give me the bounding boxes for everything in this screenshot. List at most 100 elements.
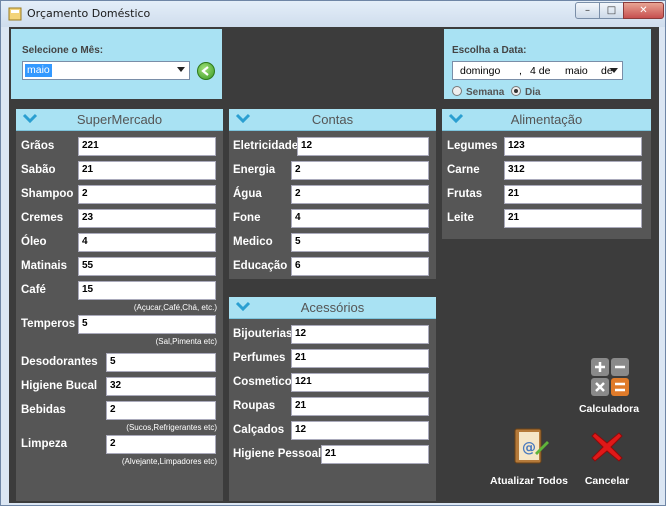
supermercado-panel: SuperMercado Grãos 221 Sabão 21 Shampoo 2 Crem…: [16, 109, 223, 501]
field-label: Bebidas: [21, 404, 66, 416]
close-icon: [591, 432, 623, 462]
date-weekday: domingo: [460, 65, 501, 77]
value-input[interactable]: 12: [291, 325, 429, 344]
address-book-icon: @: [514, 428, 549, 464]
field-label: Perfumes: [233, 352, 286, 364]
supermercado-title: SuperMercado: [76, 112, 163, 127]
value-input[interactable]: 5: [291, 233, 429, 252]
field-label: Educação: [233, 260, 288, 272]
value-input[interactable]: 123: [504, 137, 642, 156]
month-label: Selecione o Mês:: [22, 45, 104, 56]
alimentacao-header[interactable]: Alimentação: [442, 109, 651, 131]
field-label: Café: [21, 284, 46, 296]
field-label: Medico: [233, 236, 273, 248]
date-month: maio: [565, 65, 588, 77]
app-window: Orçamento Doméstico – □ ✕ Selecione o Mê…: [0, 0, 666, 506]
value-input[interactable]: 4: [291, 209, 429, 228]
field-label: Grãos: [21, 140, 55, 152]
value-input[interactable]: 32: [106, 377, 216, 396]
value-input[interactable]: 12: [297, 137, 429, 156]
value-input[interactable]: 6: [291, 257, 429, 276]
field-label: Cosmeticos: [233, 376, 299, 388]
date-panel: Escolha a Data: domingo , 4 de maio de S…: [444, 29, 651, 99]
hint-text: (Alvejante,Limpadores etc): [121, 457, 217, 466]
value-input[interactable]: 21: [291, 349, 429, 368]
alimentacao-title: Alimentação: [510, 112, 583, 127]
value-input[interactable]: 21: [504, 185, 642, 204]
calculadora-label: Calculadora: [578, 403, 640, 415]
acessorios-panel: Acessórios Bijouterias 12 Perfumes 21 Cosmet…: [229, 297, 436, 501]
alimentacao-panel: Alimentação Legumes 123 Carne 312 Frutas 21 Le…: [442, 109, 651, 239]
value-input[interactable]: 121: [291, 373, 429, 392]
date-label: Escolha a Data:: [452, 45, 527, 56]
value-input[interactable]: 221: [78, 137, 216, 156]
hint-text: (Sucos,Refrigerantes etc): [126, 423, 217, 432]
value-input[interactable]: 55: [78, 257, 216, 276]
value-input[interactable]: 4: [78, 233, 216, 252]
close-button[interactable]: ✕: [623, 2, 664, 19]
field-label: Frutas: [447, 188, 483, 200]
calculadora-button[interactable]: Calculadora: [577, 353, 641, 419]
minimize-button[interactable]: –: [575, 2, 600, 19]
field-label: Roupas: [233, 400, 276, 412]
chevron-down-icon: [177, 67, 185, 72]
value-input[interactable]: 2: [78, 185, 216, 204]
field-label: Desodorantes: [21, 356, 98, 368]
value-input[interactable]: 12: [291, 421, 429, 440]
arrow-left-icon: [201, 66, 209, 76]
radio-icon: [452, 86, 462, 96]
calculator-icon: [591, 358, 629, 396]
hint-text: (Açucar,Café,Chá, etc.): [133, 303, 217, 312]
field-label: Matinais: [21, 260, 68, 272]
field-label: Cremes: [21, 212, 64, 224]
value-input[interactable]: 2: [106, 401, 216, 420]
value-input[interactable]: 2: [291, 161, 429, 180]
cancelar-label: Cancelar: [584, 475, 630, 487]
field-label: Óleo: [21, 236, 47, 248]
acessorios-title: Acessórios: [300, 300, 365, 315]
value-input[interactable]: 2: [106, 435, 216, 454]
field-label: Shampoo: [21, 188, 74, 200]
date-day: 4 de: [530, 65, 551, 77]
chevron-down-icon: [610, 68, 618, 73]
field-label: Legumes: [447, 140, 498, 152]
value-input[interactable]: 21: [291, 397, 429, 416]
field-label: Eletricidade: [233, 140, 299, 152]
value-input[interactable]: 21: [321, 445, 429, 464]
acessorios-header[interactable]: Acessórios: [229, 297, 436, 319]
atualizar-todos-button[interactable]: @ Atualizar Todos: [489, 425, 569, 491]
field-label: Higiene Bucal: [21, 380, 98, 392]
field-label: Energia: [233, 164, 276, 176]
field-label: Fone: [233, 212, 261, 224]
value-input[interactable]: 5: [78, 315, 216, 334]
maximize-button[interactable]: □: [599, 2, 624, 19]
value-input[interactable]: 23: [78, 209, 216, 228]
contas-header[interactable]: Contas: [229, 109, 436, 131]
value-input[interactable]: 21: [504, 209, 642, 228]
field-label: Limpeza: [21, 438, 68, 450]
month-select[interactable]: maio: [22, 61, 190, 80]
contas-title: Contas: [311, 112, 354, 127]
field-label: Água: [233, 188, 262, 200]
date-picker[interactable]: domingo , 4 de maio de: [452, 61, 623, 80]
atualizar-todos-label: Atualizar Todos: [490, 475, 568, 487]
cancelar-button[interactable]: Cancelar: [575, 425, 639, 491]
supermercado-header[interactable]: SuperMercado: [16, 109, 223, 131]
field-label: Carne: [447, 164, 480, 176]
value-input[interactable]: 21: [78, 161, 216, 180]
app-icon: [8, 7, 22, 21]
radio-selected-icon: [511, 86, 521, 96]
field-label: Leite: [447, 212, 474, 224]
value-input[interactable]: 312: [504, 161, 642, 180]
field-label: Bijouterias: [233, 328, 293, 340]
month-select-value: maio: [25, 64, 52, 77]
go-back-button[interactable]: [197, 62, 215, 80]
value-input[interactable]: 2: [291, 185, 429, 204]
radio-dia[interactable]: Dia: [511, 86, 541, 98]
window-title: Orçamento Doméstico: [27, 7, 151, 20]
value-input[interactable]: 15: [78, 281, 216, 300]
radio-semana[interactable]: Semana: [452, 86, 504, 98]
contas-panel: Contas Eletricidade 12 Energia 2 Água 2 Fone 4 M…: [229, 109, 436, 279]
value-input[interactable]: 5: [106, 353, 216, 372]
hint-text: (Sal,Pimenta etc): [155, 337, 217, 346]
